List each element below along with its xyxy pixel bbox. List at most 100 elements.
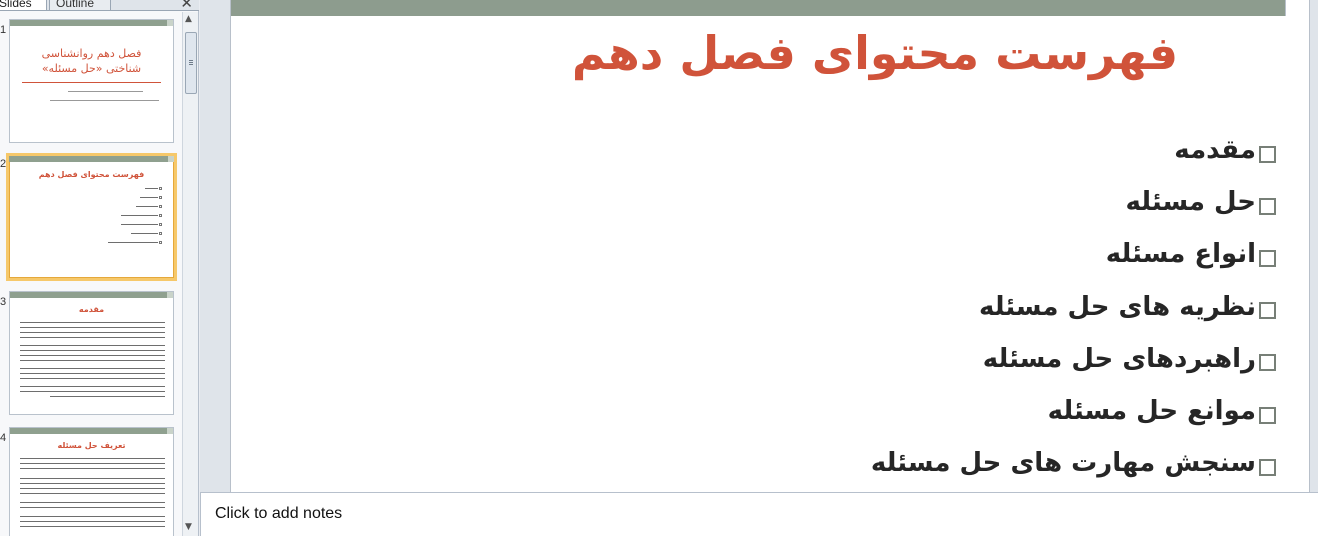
thumbnail-text-line — [121, 215, 158, 216]
thumbnail-text-line — [20, 483, 165, 484]
thumbnail-text-line — [20, 526, 165, 527]
slide-thumbnail-4[interactable]: تعریف حل مسئله — [9, 427, 174, 536]
tab-outline[interactable]: Outline — [49, 0, 111, 11]
thumbnail-text-line — [50, 100, 159, 101]
slide-accent-bar — [231, 0, 1309, 16]
thumbnail-text-line — [20, 337, 165, 338]
thumbnail-text-line — [20, 345, 165, 346]
bullet-text: راهبردهای حل مسئله — [982, 343, 1256, 374]
thumbnail-text-line — [20, 373, 165, 374]
grip-icon — [189, 64, 193, 65]
thumbnail-text-line — [20, 488, 165, 489]
current-slide[interactable]: فهرست محتوای فصل دهم مقدمه حل مسئله انوا… — [230, 0, 1310, 492]
slide-accent-corner — [1285, 0, 1309, 16]
bullet-text: مقدمه — [1174, 135, 1256, 166]
checkbox-square-icon — [1259, 145, 1276, 163]
thumbnail-title: فهرست محتوای فصل دهم — [38, 170, 145, 179]
thumbnail-number: 4 — [0, 432, 7, 444]
thumbnail-text-line — [20, 327, 165, 328]
thumbnail-accent-bar — [9, 156, 174, 162]
thumbnail-text-line — [140, 197, 158, 198]
thumbnail-bullet — [159, 232, 162, 235]
scrollbar-thumb[interactable] — [185, 32, 197, 94]
slide-thumbnail-3[interactable]: مقدمه — [9, 291, 174, 415]
slide-editor: فهرست محتوای فصل دهم مقدمه حل مسئله انوا… — [200, 0, 1318, 492]
grip-icon — [189, 60, 193, 61]
thumbnail-list: 1 فصل دهم روانشناسی شناختی «حل مسئله» 2 … — [0, 12, 182, 536]
bullet-text: سنجش مهارت های حل مسئله — [870, 448, 1256, 479]
slides-pane: Slides Outline ✕ 1 فصل دهم روانشناسی شنا… — [0, 0, 199, 536]
grip-icon — [189, 62, 193, 63]
thumbnail-number: 1 — [0, 24, 7, 36]
thumbnail-text-line — [50, 396, 165, 397]
thumbnail-text-line — [20, 332, 165, 333]
bullet-text: نظریه های حل مسئله — [978, 291, 1256, 322]
checkbox-square-icon — [1259, 302, 1276, 320]
thumbnail-text-line — [20, 391, 165, 392]
thumbnail-text-line — [20, 386, 165, 387]
thumbnail-scrollbar[interactable]: ▲ ▼ — [182, 12, 198, 536]
thumbnail-title: تعریف حل مسئله — [57, 441, 126, 450]
checkbox-square-icon — [1259, 354, 1276, 372]
thumbnail-text-line — [68, 91, 143, 92]
pane-tab-strip: Slides Outline ✕ — [0, 0, 199, 11]
thumbnail-text-line — [20, 355, 165, 356]
tab-slides[interactable]: Slides — [0, 0, 47, 11]
thumbnail-text-line — [131, 233, 158, 234]
thumbnail-title: مقدمه — [78, 305, 105, 314]
thumbnail-bullet — [159, 187, 162, 190]
thumbnail-text-line — [20, 468, 165, 469]
thumbnail-text-line — [20, 516, 165, 517]
bullet-text: موانع حل مسئله — [1047, 396, 1256, 427]
bullet-text: حل مسئله — [1125, 187, 1256, 218]
thumbnail-title: فصل دهم روانشناسی شناختی «حل مسئله» — [41, 47, 142, 75]
thumbnail-text-line — [20, 521, 165, 522]
thumbnail-text-line — [20, 458, 165, 459]
thumbnail-text-line — [20, 378, 165, 379]
thumbnail-text-line — [20, 350, 165, 351]
checkbox-square-icon — [1259, 249, 1276, 267]
thumbnail-accent-bar — [10, 428, 173, 434]
thumbnail-text-line — [20, 493, 165, 494]
checkbox-square-icon — [1259, 458, 1276, 476]
checkbox-square-icon — [1259, 197, 1276, 215]
thumbnail-text-line — [20, 502, 165, 503]
thumbnail-bullet — [159, 214, 162, 217]
thumbnail-accent-bar — [10, 20, 173, 26]
thumbnail-text-line — [20, 463, 165, 464]
list-item: راهبردهای حل مسئله — [651, 333, 1276, 385]
list-item: موانع حل مسئله — [651, 385, 1276, 437]
list-item: انواع مسئله — [651, 228, 1276, 280]
thumbnail-text-line — [121, 224, 158, 225]
thumbnail-bullet — [159, 223, 162, 226]
list-item: سنجش مهارت های حل مسئله — [651, 437, 1276, 489]
slide-thumbnail-1[interactable]: فصل دهم روانشناسی شناختی «حل مسئله» — [9, 19, 174, 143]
checkbox-square-icon — [1259, 406, 1276, 424]
thumbnail-text-line — [108, 242, 158, 243]
thumbnail-number: 3 — [0, 296, 7, 308]
thumbnail-text-line — [136, 206, 158, 207]
notes-placeholder[interactable]: Click to add notes — [215, 505, 342, 523]
list-item: حل مسئله — [651, 176, 1276, 228]
notes-pane[interactable]: Click to add notes — [200, 492, 1318, 536]
thumbnail-accent-bar — [10, 292, 173, 298]
thumbnail-text-line — [20, 478, 165, 479]
slide-title[interactable]: فهرست محتوای فصل دهم — [231, 26, 1309, 80]
bullet-list[interactable]: مقدمه حل مسئله انواع مسئله نظریه های حل … — [651, 124, 1276, 489]
close-pane-icon[interactable]: ✕ — [180, 0, 193, 11]
thumbnail-text-line — [20, 322, 165, 323]
thumbnail-text-line — [20, 360, 165, 361]
thumbnail-divider — [22, 82, 161, 83]
thumbnail-bullet — [159, 205, 162, 208]
scroll-down-arrow-icon[interactable]: ▼ — [185, 522, 192, 532]
powerpoint-window: Slides Outline ✕ 1 فصل دهم روانشناسی شنا… — [0, 0, 1318, 536]
slide-thumbnail-2[interactable]: فهرست محتوای فصل دهم — [6, 153, 177, 281]
thumbnail-bullet — [159, 241, 162, 244]
thumbnail-bullet — [159, 196, 162, 199]
list-item: نظریه های حل مسئله — [651, 281, 1276, 333]
scroll-up-arrow-icon[interactable]: ▲ — [185, 14, 192, 24]
thumbnail-text-line — [145, 188, 158, 189]
thumbnail-text-line — [20, 368, 165, 369]
list-item: مقدمه — [651, 124, 1276, 176]
bullet-text: انواع مسئله — [1105, 239, 1256, 270]
